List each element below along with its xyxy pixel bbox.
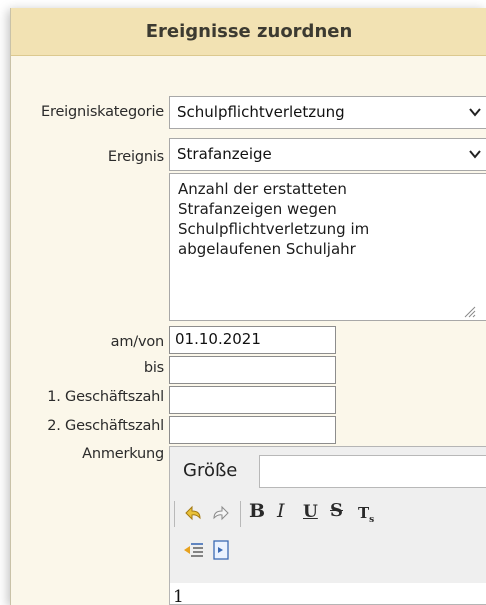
case-number-2-label: 2. Geschäftszahl — [47, 418, 164, 434]
editor-content[interactable]: 1 — [173, 587, 184, 605]
category-label: Ereigniskategorie — [41, 104, 164, 120]
note-editor: Größe B I U S Ts 1 — [169, 446, 486, 605]
bold-icon[interactable]: B — [249, 500, 265, 522]
undo-icon[interactable] — [182, 501, 204, 527]
from-date-input[interactable]: 01.10.2021 — [169, 326, 336, 354]
to-label: bis — [143, 360, 164, 376]
chevron-down-icon — [469, 108, 481, 117]
description-line: Anzahl der erstatteten — [178, 180, 347, 198]
subscript-mark: s — [369, 515, 375, 525]
description-line: Schulpflichtverletzung im — [178, 220, 370, 238]
indent-icon[interactable] — [210, 537, 232, 563]
resize-handle-icon[interactable] — [462, 304, 476, 318]
from-label: am/von — [110, 334, 165, 350]
description-line: Strafanzeigen wegen — [178, 200, 337, 218]
category-value: Schulpflichtverletzung — [177, 103, 345, 121]
outdent-icon[interactable] — [182, 537, 206, 563]
dialog-header: Ereignisse zuordnen — [11, 8, 486, 56]
strikethrough-icon[interactable]: S — [330, 500, 343, 521]
subscript-icon[interactable]: Ts — [358, 504, 374, 525]
toolbar-separator — [240, 501, 241, 527]
dialog-title: Ereignisse zuordnen — [145, 21, 353, 42]
to-date-input[interactable] — [169, 356, 336, 384]
case-number-1-input[interactable] — [169, 386, 336, 414]
italic-icon[interactable]: I — [277, 500, 285, 522]
redo-icon[interactable] — [210, 501, 232, 527]
subscript-glyph: T — [358, 504, 370, 522]
event-description[interactable]: Anzahl der erstatteten Strafanzeigen weg… — [169, 173, 486, 321]
chevron-down-icon — [469, 150, 481, 159]
event-select[interactable]: Strafanzeige — [169, 138, 486, 171]
dialog: Ereignisse zuordnen Ereigniskategorie Sc… — [10, 8, 486, 605]
event-label: Ereignis — [107, 149, 164, 165]
case-number-1-label: 1. Geschäftszahl — [47, 389, 164, 405]
event-value: Strafanzeige — [177, 145, 272, 163]
note-label: Anmerkung — [82, 446, 164, 462]
case-number-2-input[interactable] — [169, 416, 336, 444]
category-select[interactable]: Schulpflichtverletzung — [169, 96, 486, 129]
toolbar-separator — [174, 501, 175, 527]
font-size-select[interactable] — [259, 455, 486, 488]
underline-icon[interactable]: U — [303, 502, 318, 522]
description-line: abgelaufenen Schuljahr — [178, 240, 356, 258]
font-size-label: Größe — [183, 460, 238, 481]
editor-toolbar: Größe B I U S Ts — [170, 447, 486, 583]
